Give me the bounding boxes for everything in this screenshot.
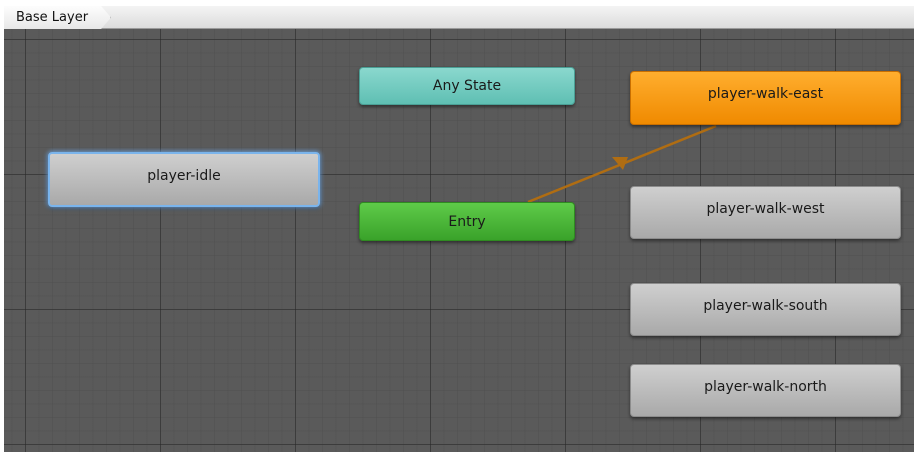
state-machine-graph[interactable]: player-idle Any State Entry player-walk-… <box>4 29 914 452</box>
state-label: player-walk-west <box>706 201 825 217</box>
state-label: player-walk-north <box>704 379 827 395</box>
state-player-walk-north[interactable]: player-walk-north <box>630 364 901 417</box>
breadcrumb-base-layer[interactable]: Base Layer <box>4 6 111 29</box>
transition-arrowhead <box>612 157 628 170</box>
state-label: player-idle <box>147 168 221 184</box>
state-any-state[interactable]: Any State <box>359 67 575 105</box>
state-label: player-walk-east <box>707 86 824 102</box>
state-label: Entry <box>448 214 486 230</box>
state-label: player-walk-south <box>703 298 828 314</box>
state-player-idle[interactable]: player-idle <box>48 152 320 207</box>
state-label: Any State <box>432 78 502 94</box>
layer-breadcrumb-bar: Base Layer <box>4 6 914 29</box>
animator-window: Base Layer player-idle Any State Entry p… <box>4 6 914 452</box>
state-player-walk-south[interactable]: player-walk-south <box>630 283 901 336</box>
state-player-walk-east[interactable]: player-walk-east <box>630 71 901 125</box>
state-player-walk-west[interactable]: player-walk-west <box>630 186 901 239</box>
state-entry[interactable]: Entry <box>359 202 575 241</box>
